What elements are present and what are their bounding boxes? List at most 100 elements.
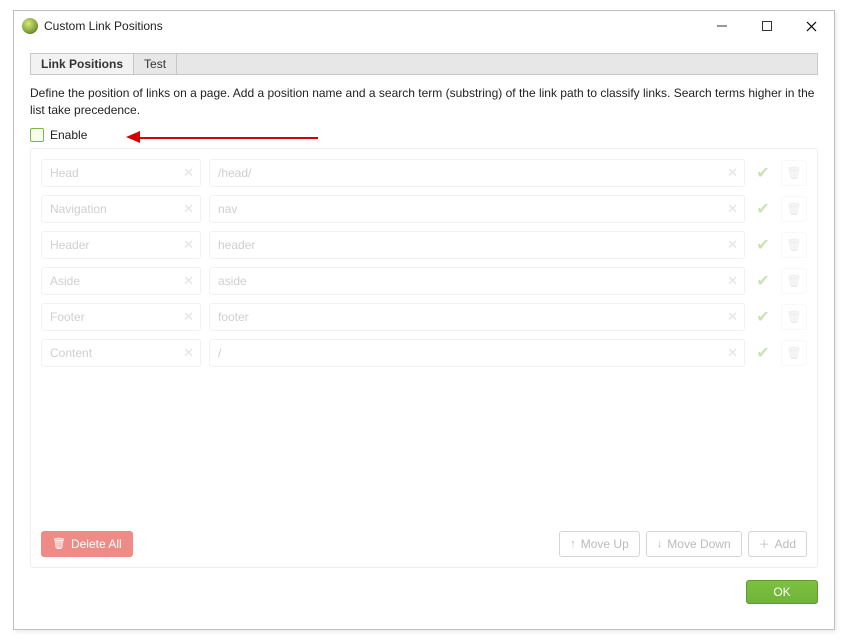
position-name-input[interactable] bbox=[42, 304, 200, 330]
window-controls bbox=[699, 11, 834, 41]
tab-link-positions[interactable]: Link Positions bbox=[31, 54, 134, 74]
plus-icon: ＋ bbox=[759, 536, 770, 552]
button-label: Move Down bbox=[667, 537, 730, 551]
tab-label: Link Positions bbox=[41, 57, 123, 71]
enable-checkbox[interactable] bbox=[30, 128, 44, 142]
position-name-input[interactable] bbox=[42, 196, 200, 222]
row-delete-button[interactable]: 🗑 bbox=[781, 232, 807, 258]
position-name-field: ✕ bbox=[41, 339, 201, 367]
trash-icon: 🗑 bbox=[786, 166, 801, 180]
positions-list: ✕ ✕ ✔ 🗑 ✕ ✕ ✔ 🗑 ✕ ✕ ✔ 🗑 ✕ ✕ ✔ 🗑 ✕ ✕ ✔ 🗑 ✕ ✕ ✔ 🗑 bbox=[41, 159, 807, 523]
close-button[interactable] bbox=[789, 11, 834, 41]
position-name-field: ✕ bbox=[41, 195, 201, 223]
clear-icon[interactable]: ✕ bbox=[727, 345, 738, 361]
position-term-input[interactable] bbox=[210, 160, 744, 186]
minimize-icon bbox=[717, 21, 727, 31]
check-icon: ✔ bbox=[753, 343, 773, 363]
clear-icon[interactable]: ✕ bbox=[183, 309, 194, 325]
minimize-button[interactable] bbox=[699, 11, 744, 41]
titlebar: Custom Link Positions bbox=[14, 11, 834, 41]
window: Custom Link Positions Link Positions bbox=[13, 10, 835, 630]
tab-bar: Link Positions Test bbox=[30, 53, 818, 75]
position-term-field: ✕ bbox=[209, 159, 745, 187]
trash-icon: 🗑 bbox=[786, 310, 801, 324]
position-name-field: ✕ bbox=[41, 159, 201, 187]
clear-icon[interactable]: ✕ bbox=[727, 165, 738, 181]
add-button[interactable]: ＋ Add bbox=[748, 531, 807, 557]
position-term-field: ✕ bbox=[209, 231, 745, 259]
arrow-down-icon: ↓ bbox=[657, 538, 663, 550]
window-title: Custom Link Positions bbox=[44, 19, 163, 33]
clear-icon[interactable]: ✕ bbox=[183, 165, 194, 181]
row-delete-button[interactable]: 🗑 bbox=[781, 304, 807, 330]
clear-icon[interactable]: ✕ bbox=[727, 273, 738, 289]
position-name-input[interactable] bbox=[42, 340, 200, 366]
arrow-up-icon: ↑ bbox=[570, 538, 576, 550]
description-text: Define the position of links on a page. … bbox=[30, 85, 818, 120]
position-term-field: ✕ bbox=[209, 339, 745, 367]
clear-icon[interactable]: ✕ bbox=[183, 345, 194, 361]
button-label: Delete All bbox=[71, 537, 122, 551]
clear-icon[interactable]: ✕ bbox=[727, 201, 738, 217]
trash-icon: 🗑 bbox=[786, 238, 801, 252]
ok-button[interactable]: OK bbox=[746, 580, 818, 604]
dialog-footer: OK bbox=[14, 568, 834, 604]
annotation-arrow bbox=[128, 135, 318, 141]
globe-icon bbox=[22, 18, 38, 34]
row-delete-button[interactable]: 🗑 bbox=[781, 160, 807, 186]
check-icon: ✔ bbox=[753, 235, 773, 255]
move-up-button[interactable]: ↑ Move Up bbox=[559, 531, 640, 557]
trash-icon: 🗑 bbox=[52, 537, 66, 550]
close-icon bbox=[806, 21, 817, 32]
clear-icon[interactable]: ✕ bbox=[727, 309, 738, 325]
position-row: ✕ ✕ ✔ 🗑 bbox=[41, 159, 807, 187]
position-term-field: ✕ bbox=[209, 195, 745, 223]
position-term-input[interactable] bbox=[210, 232, 744, 258]
position-name-input[interactable] bbox=[42, 232, 200, 258]
position-name-field: ✕ bbox=[41, 267, 201, 295]
clear-icon[interactable]: ✕ bbox=[183, 237, 194, 253]
position-term-field: ✕ bbox=[209, 303, 745, 331]
row-delete-button[interactable]: 🗑 bbox=[781, 196, 807, 222]
position-name-field: ✕ bbox=[41, 231, 201, 259]
enable-label: Enable bbox=[50, 128, 87, 142]
clear-icon[interactable]: ✕ bbox=[183, 201, 194, 217]
client-area: Link Positions Test Define the position … bbox=[14, 53, 834, 568]
trash-icon: 🗑 bbox=[786, 202, 801, 216]
button-label: OK bbox=[773, 585, 790, 599]
tab-test[interactable]: Test bbox=[134, 54, 177, 74]
position-name-input[interactable] bbox=[42, 160, 200, 186]
position-row: ✕ ✕ ✔ 🗑 bbox=[41, 231, 807, 259]
row-delete-button[interactable]: 🗑 bbox=[781, 340, 807, 366]
position-term-input[interactable] bbox=[210, 304, 744, 330]
check-icon: ✔ bbox=[753, 163, 773, 183]
position-row: ✕ ✕ ✔ 🗑 bbox=[41, 303, 807, 331]
position-row: ✕ ✕ ✔ 🗑 bbox=[41, 339, 807, 367]
maximize-icon bbox=[762, 21, 772, 31]
enable-row: Enable bbox=[30, 128, 818, 142]
position-term-input[interactable] bbox=[210, 340, 744, 366]
position-term-field: ✕ bbox=[209, 267, 745, 295]
clear-icon[interactable]: ✕ bbox=[727, 237, 738, 253]
maximize-button[interactable] bbox=[744, 11, 789, 41]
panel-toolbar: 🗑 Delete All ↑ Move Up ↓ Move Down ＋ Add bbox=[41, 523, 807, 557]
trash-icon: 🗑 bbox=[786, 346, 801, 360]
position-name-input[interactable] bbox=[42, 268, 200, 294]
position-name-field: ✕ bbox=[41, 303, 201, 331]
check-icon: ✔ bbox=[753, 307, 773, 327]
position-row: ✕ ✕ ✔ 🗑 bbox=[41, 195, 807, 223]
position-term-input[interactable] bbox=[210, 196, 744, 222]
clear-icon[interactable]: ✕ bbox=[183, 273, 194, 289]
check-icon: ✔ bbox=[753, 199, 773, 219]
row-delete-button[interactable]: 🗑 bbox=[781, 268, 807, 294]
positions-panel: ✕ ✕ ✔ 🗑 ✕ ✕ ✔ 🗑 ✕ ✕ ✔ 🗑 ✕ ✕ ✔ 🗑 ✕ ✕ ✔ 🗑 ✕ ✕ ✔ 🗑 🗑 Delete All ↑ … bbox=[30, 148, 818, 568]
tab-label: Test bbox=[144, 57, 166, 71]
check-icon: ✔ bbox=[753, 271, 773, 291]
position-row: ✕ ✕ ✔ 🗑 bbox=[41, 267, 807, 295]
move-down-button[interactable]: ↓ Move Down bbox=[646, 531, 742, 557]
delete-all-button[interactable]: 🗑 Delete All bbox=[41, 531, 133, 557]
position-term-input[interactable] bbox=[210, 268, 744, 294]
button-label: Move Up bbox=[581, 537, 629, 551]
trash-icon: 🗑 bbox=[786, 274, 801, 288]
button-label: Add bbox=[775, 537, 796, 551]
